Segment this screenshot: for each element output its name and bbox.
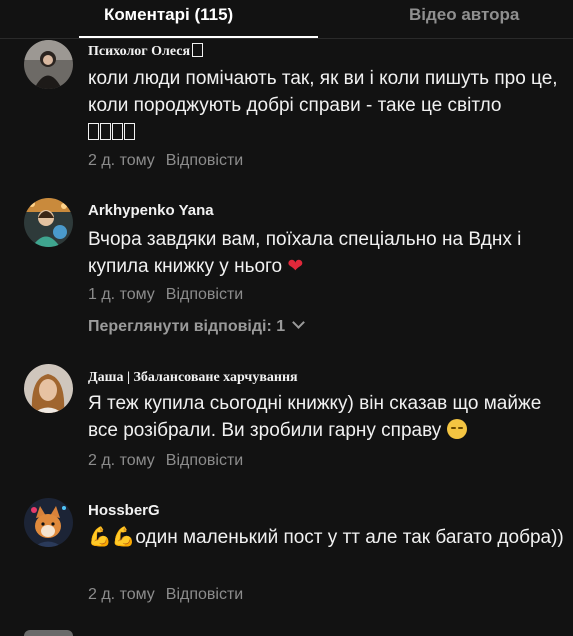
comment-text-body: коли люди помічають так, як ви і коли пи… — [88, 68, 558, 116]
avatar[interactable] — [24, 40, 73, 89]
avatar[interactable] — [24, 198, 73, 247]
comment-author[interactable]: Даша | Збалансоване харчування — [88, 370, 298, 386]
comment-timestamp: 2 д. тому — [88, 452, 155, 469]
reply-button[interactable]: Відповісти — [166, 452, 243, 469]
reply-button[interactable]: Відповісти — [166, 586, 243, 603]
comment-meta: 2 д. тому Відповісти — [88, 452, 243, 470]
tab-author-videos[interactable]: Відео автора — [409, 5, 519, 25]
flexed-biceps-icon: 💪 — [88, 527, 112, 548]
reply-button[interactable]: Відповісти — [166, 286, 243, 303]
tab-comments[interactable]: Коментарі (115) — [104, 5, 233, 25]
comment-meta: 1 д. тому Відповісти — [88, 286, 243, 304]
comment-text-body: Я теж купила сьогодні книжку) він сказав… — [88, 393, 542, 441]
avatar[interactable] — [24, 630, 73, 636]
comment-timestamp: 2 д. тому — [88, 586, 155, 603]
unrendered-glyphs — [88, 122, 136, 143]
comments-tab-bar: Коментарі (115) Відео автора — [0, 0, 573, 39]
comment-author[interactable]: Arkhypenko Yana — [88, 202, 214, 219]
flexed-biceps-icon: 💪 — [111, 527, 136, 548]
comment-author[interactable]: HossberG — [88, 502, 160, 519]
heart-icon: ❤ — [287, 256, 304, 277]
avatar[interactable] — [24, 364, 73, 413]
comment-text: Я теж купила сьогодні книжку) він сказав… — [88, 390, 570, 444]
relieved-face-emoji-icon — [446, 419, 467, 439]
unrendered-glyph — [192, 43, 204, 57]
chevron-down-icon — [292, 316, 306, 329]
view-replies-label: Переглянути відповіді: 1 — [88, 318, 286, 335]
active-tab-indicator — [79, 36, 318, 38]
comment-meta: 2 д. тому Відповісти — [88, 152, 243, 170]
comment-text: коли люди помічають так, як ви і коли пи… — [88, 65, 570, 146]
comment-author[interactable]: Психолог Олеся — [88, 43, 204, 60]
comment-meta: 2 д. тому Відповісти — [88, 586, 243, 604]
comment-timestamp: 1 д. тому — [88, 286, 155, 303]
view-replies-button[interactable]: Переглянути відповіді: 1 — [88, 316, 306, 336]
comment-text: 💪💪один маленький пост у тт але так багат… — [88, 524, 570, 551]
reply-button[interactable]: Відповісти — [166, 152, 243, 169]
comment-text: Вчора завдяки вам, поїхала спеціально на… — [88, 226, 570, 280]
comment-text-body: Вчора завдяки вам, поїхала спеціально на… — [88, 229, 522, 277]
author-name: Психолог Олеся — [88, 44, 191, 59]
avatar[interactable] — [24, 498, 73, 547]
comment-text-body: один маленький пост у тт але так багато … — [135, 527, 564, 548]
comment-timestamp: 2 д. тому — [88, 152, 155, 169]
